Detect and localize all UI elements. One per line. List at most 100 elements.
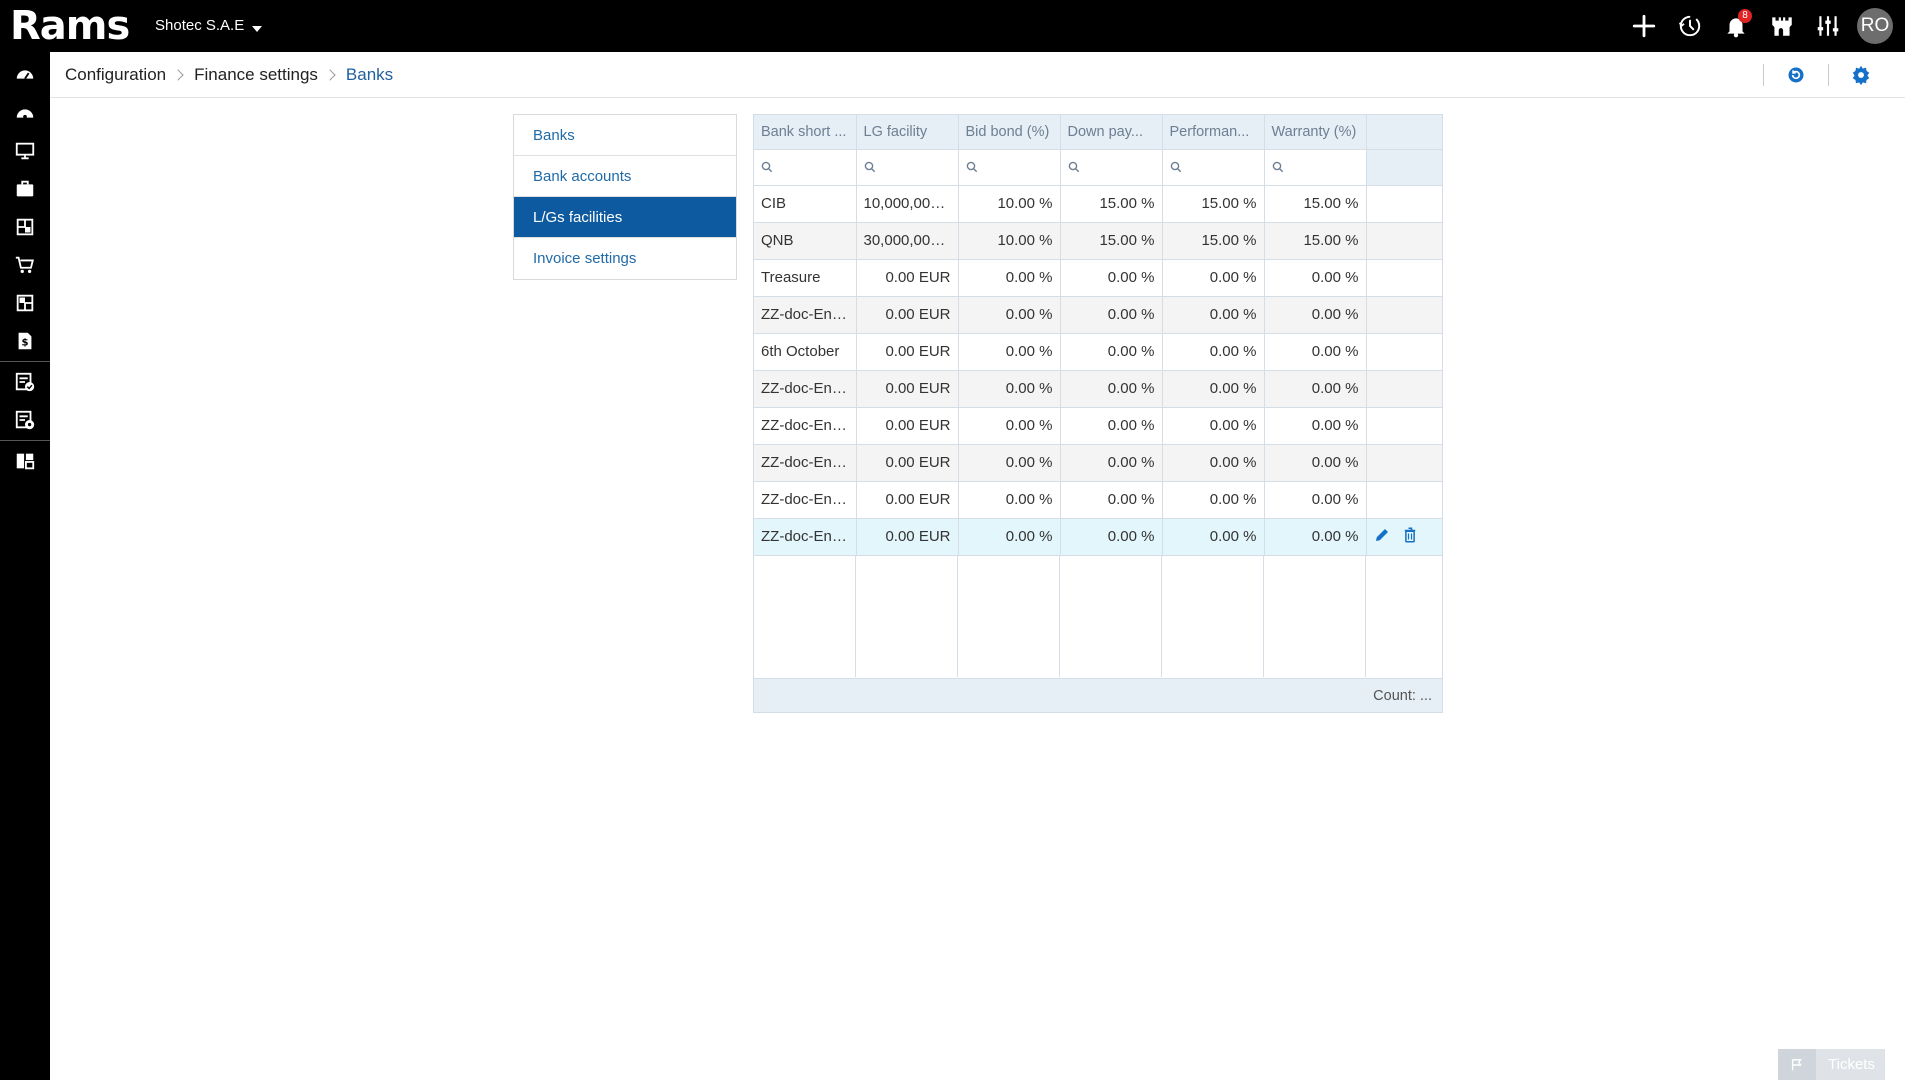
- dashboard-icon: [16, 70, 34, 80]
- sliders-icon: [1817, 16, 1839, 36]
- user-avatar[interactable]: RO: [1857, 8, 1893, 44]
- nav-invoices[interactable]: $: [0, 322, 50, 360]
- filter-warranty[interactable]: [1264, 149, 1367, 186]
- table-row[interactable]: ZZ-doc-Ent... 0.00 EUR 0.00 % 0.00 % 0.00 % 0…: [754, 296, 1442, 334]
- cell-actions: [1366, 222, 1442, 260]
- table-row[interactable]: ZZ-doc-Ent... 0.00 EUR 0.00 % 0.00 % 0.00 % 0…: [754, 444, 1442, 482]
- cell-bid-bond: 0.00 %: [958, 407, 1061, 445]
- breadcrumb-finance-settings[interactable]: Finance settings: [194, 65, 318, 85]
- notifications-button[interactable]: 8: [1713, 0, 1759, 52]
- column-header-warranty[interactable]: Warranty (%): [1264, 115, 1367, 150]
- menu-item-bank-accounts[interactable]: Bank accounts: [514, 156, 736, 197]
- filter-lg-facility[interactable]: [856, 149, 959, 186]
- cell-bank-short: 6th October: [754, 333, 857, 371]
- history-icon: [1678, 15, 1701, 37]
- divider: [1763, 64, 1764, 86]
- edit-button[interactable]: [1373, 526, 1391, 548]
- nav-document-check[interactable]: [0, 363, 50, 401]
- cell-bank-short: ZZ-doc-Ent...: [754, 407, 857, 445]
- data-table: Bank short ... LG facility Bid bond (%) …: [754, 115, 1442, 556]
- column-divider: [855, 555, 856, 677]
- cell-bid-bond: 0.00 %: [958, 481, 1061, 519]
- menu-item-invoice-settings[interactable]: Invoice settings: [514, 238, 736, 279]
- filter-down-payment[interactable]: [1060, 149, 1163, 186]
- invoice-dollar-icon: $: [18, 332, 32, 350]
- tickets-button[interactable]: Tickets: [1778, 1049, 1885, 1080]
- cart-icon: [15, 256, 34, 274]
- table-row[interactable]: ZZ-doc-Ent... 0.00 EUR 0.00 % 0.00 % 0.00 % 0…: [754, 407, 1442, 445]
- column-divider: [1059, 555, 1060, 677]
- cell-down-payment: 15.00 %: [1060, 185, 1163, 223]
- cell-bid-bond: 0.00 %: [958, 370, 1061, 408]
- settings-menu: Banks Bank accounts L/Gs facilities Invo…: [513, 114, 737, 280]
- cell-bid-bond: 0.00 %: [958, 444, 1061, 482]
- nav-modules[interactable]: [0, 208, 50, 246]
- nav-dashboard-alt[interactable]: [0, 94, 50, 132]
- cell-actions: [1366, 259, 1442, 297]
- table-row[interactable]: QNB 30,000,000.... 10.00 % 15.00 % 15.00 % 15…: [754, 222, 1442, 260]
- cell-lg-facility: 0.00 EUR: [856, 407, 959, 445]
- nav-modules-alt[interactable]: [0, 284, 50, 322]
- refresh-button[interactable]: [1784, 63, 1808, 87]
- nav-document-settings[interactable]: [0, 401, 50, 439]
- column-header-bid-bond[interactable]: Bid bond (%): [958, 115, 1061, 150]
- castle-icon: [1772, 17, 1792, 36]
- document-settings-icon: [15, 410, 35, 430]
- cell-actions: [1366, 370, 1442, 408]
- cell-performance: 15.00 %: [1162, 222, 1265, 260]
- delete-button[interactable]: [1401, 526, 1419, 548]
- divider: [1828, 64, 1829, 86]
- lg-facilities-grid: Bank short ... LG facility Bid bond (%) …: [753, 114, 1443, 713]
- table-row[interactable]: CIB 10,000,000.... 10.00 % 15.00 % 15.00 % 15…: [754, 185, 1442, 223]
- column-header-performance[interactable]: Performan...: [1162, 115, 1265, 150]
- cell-bid-bond: 0.00 %: [958, 296, 1061, 334]
- cell-bank-short: ZZ-doc-Ent...: [754, 444, 857, 482]
- nav-monitor[interactable]: [0, 132, 50, 170]
- grid-empty-area: [754, 555, 1442, 677]
- table-row[interactable]: ZZ-doc-Ent... 0.00 EUR 0.00 % 0.00 % 0.00 % 0…: [754, 370, 1442, 408]
- table-row[interactable]: Treasure 0.00 EUR 0.00 % 0.00 % 0.00 % 0.00 %: [754, 259, 1442, 297]
- notification-badge: 8: [1738, 9, 1752, 23]
- grid-footer: Count: ...: [754, 678, 1442, 712]
- table-row[interactable]: ZZ-doc-Ent... 0.00 EUR 0.00 % 0.00 % 0.00 % 0…: [754, 518, 1442, 556]
- nav-briefcase[interactable]: [0, 170, 50, 208]
- nav-cart[interactable]: [0, 246, 50, 284]
- castle-button[interactable]: [1759, 0, 1805, 52]
- nav-separator: [0, 361, 50, 362]
- menu-item-lgs-facilities[interactable]: L/Gs facilities: [514, 197, 736, 238]
- page-settings-button[interactable]: [1849, 63, 1873, 87]
- cell-lg-facility: 0.00 EUR: [856, 259, 959, 297]
- cell-performance: 0.00 %: [1162, 481, 1265, 519]
- layout-icon: [16, 453, 35, 470]
- column-header-bank-short[interactable]: Bank short ...: [754, 115, 857, 150]
- filter-bid-bond[interactable]: [958, 149, 1061, 186]
- svg-text:$: $: [21, 338, 28, 349]
- cell-down-payment: 0.00 %: [1060, 296, 1163, 334]
- cell-warranty: 0.00 %: [1264, 444, 1367, 482]
- column-header-down-payment[interactable]: Down pay...: [1060, 115, 1163, 150]
- cell-lg-facility: 0.00 EUR: [856, 444, 959, 482]
- column-header-lg-facility[interactable]: LG facility: [856, 115, 959, 150]
- table-row[interactable]: 6th October 0.00 EUR 0.00 % 0.00 % 0.00 % 0.0…: [754, 333, 1442, 371]
- breadcrumb-configuration[interactable]: Configuration: [65, 65, 166, 85]
- cell-bank-short: ZZ-doc-Ent...: [754, 296, 857, 334]
- dashboard-alt-icon: [16, 109, 34, 119]
- history-button[interactable]: [1667, 0, 1713, 52]
- table-body: CIB 10,000,000.... 10.00 % 15.00 % 15.00 % 15…: [754, 185, 1442, 556]
- table-row[interactable]: ZZ-doc-Ent... 0.00 EUR 0.00 % 0.00 % 0.00 % 0…: [754, 481, 1442, 519]
- app-logo[interactable]: Rams: [10, 2, 130, 50]
- cell-bank-short: ZZ-doc-Ent...: [754, 370, 857, 408]
- settings-sliders-button[interactable]: [1805, 0, 1851, 52]
- nav-dashboard[interactable]: [0, 56, 50, 94]
- cell-down-payment: 0.00 %: [1060, 407, 1163, 445]
- chevron-right-icon: [324, 68, 336, 81]
- filter-performance[interactable]: [1162, 149, 1265, 186]
- menu-item-banks[interactable]: Banks: [514, 115, 736, 156]
- add-button[interactable]: [1621, 0, 1667, 52]
- nav-layout[interactable]: [0, 442, 50, 480]
- filter-bank-short[interactable]: [754, 149, 857, 186]
- cell-warranty: 0.00 %: [1264, 481, 1367, 519]
- column-header-actions: [1366, 115, 1442, 150]
- company-selector[interactable]: Shotec S.A.E: [155, 17, 263, 34]
- cell-performance: 0.00 %: [1162, 518, 1265, 556]
